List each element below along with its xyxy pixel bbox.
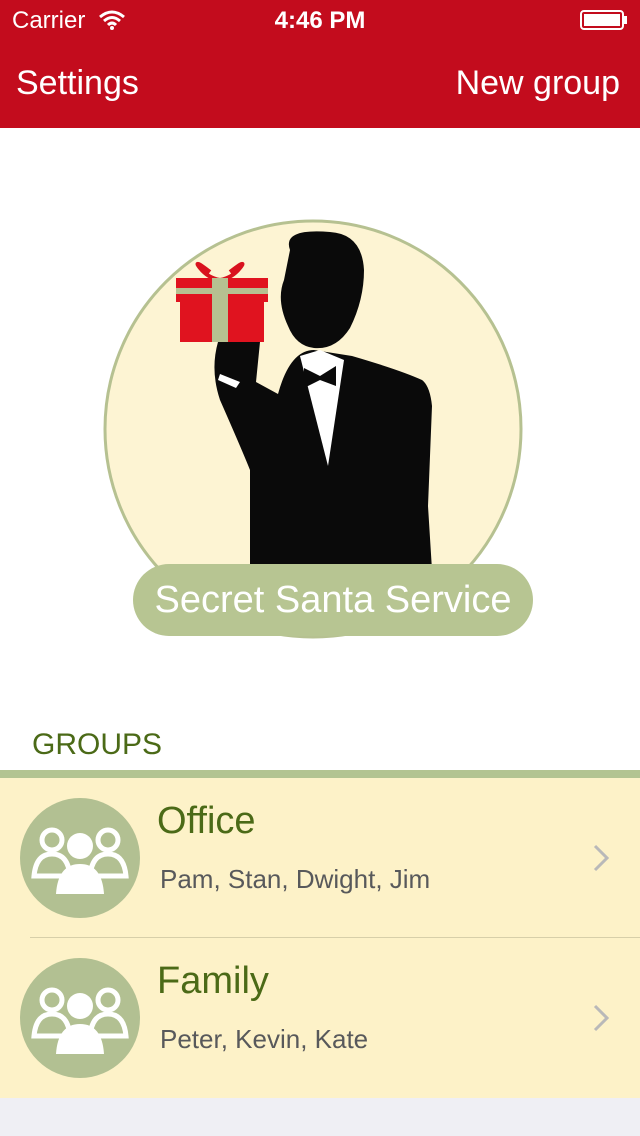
settings-button[interactable]: Settings bbox=[16, 64, 139, 103]
new-group-button[interactable]: New group bbox=[456, 64, 620, 103]
groups-section-title: GROUPS bbox=[32, 728, 163, 761]
groups-divider bbox=[0, 770, 640, 778]
chevron-right-icon bbox=[593, 1004, 610, 1032]
group-people-icon bbox=[31, 987, 129, 1054]
group-name: Office bbox=[157, 800, 256, 842]
navigation-bar: Carrier 4:46 PM Settings New group bbox=[0, 0, 640, 128]
status-time: 4:46 PM bbox=[274, 7, 366, 34]
bottom-background bbox=[0, 1098, 640, 1136]
group-name: Family bbox=[157, 960, 269, 1002]
battery-icon bbox=[580, 10, 627, 30]
chevron-right-icon bbox=[593, 844, 610, 872]
group-members: Peter, Kevin, Kate bbox=[160, 1024, 369, 1054]
group-row-family[interactable]: Family Peter, Kevin, Kate bbox=[0, 938, 640, 1098]
app-logo-banner: Secret Santa Service bbox=[133, 564, 533, 636]
group-avatar bbox=[20, 798, 140, 918]
group-row-office[interactable]: Office Pam, Stan, Dwight, Jim bbox=[0, 778, 640, 938]
group-people-icon bbox=[31, 827, 129, 894]
group-avatar bbox=[20, 958, 140, 1078]
group-members: Pam, Stan, Dwight, Jim bbox=[160, 864, 431, 894]
status-bar: Carrier 4:46 PM bbox=[0, 0, 640, 40]
